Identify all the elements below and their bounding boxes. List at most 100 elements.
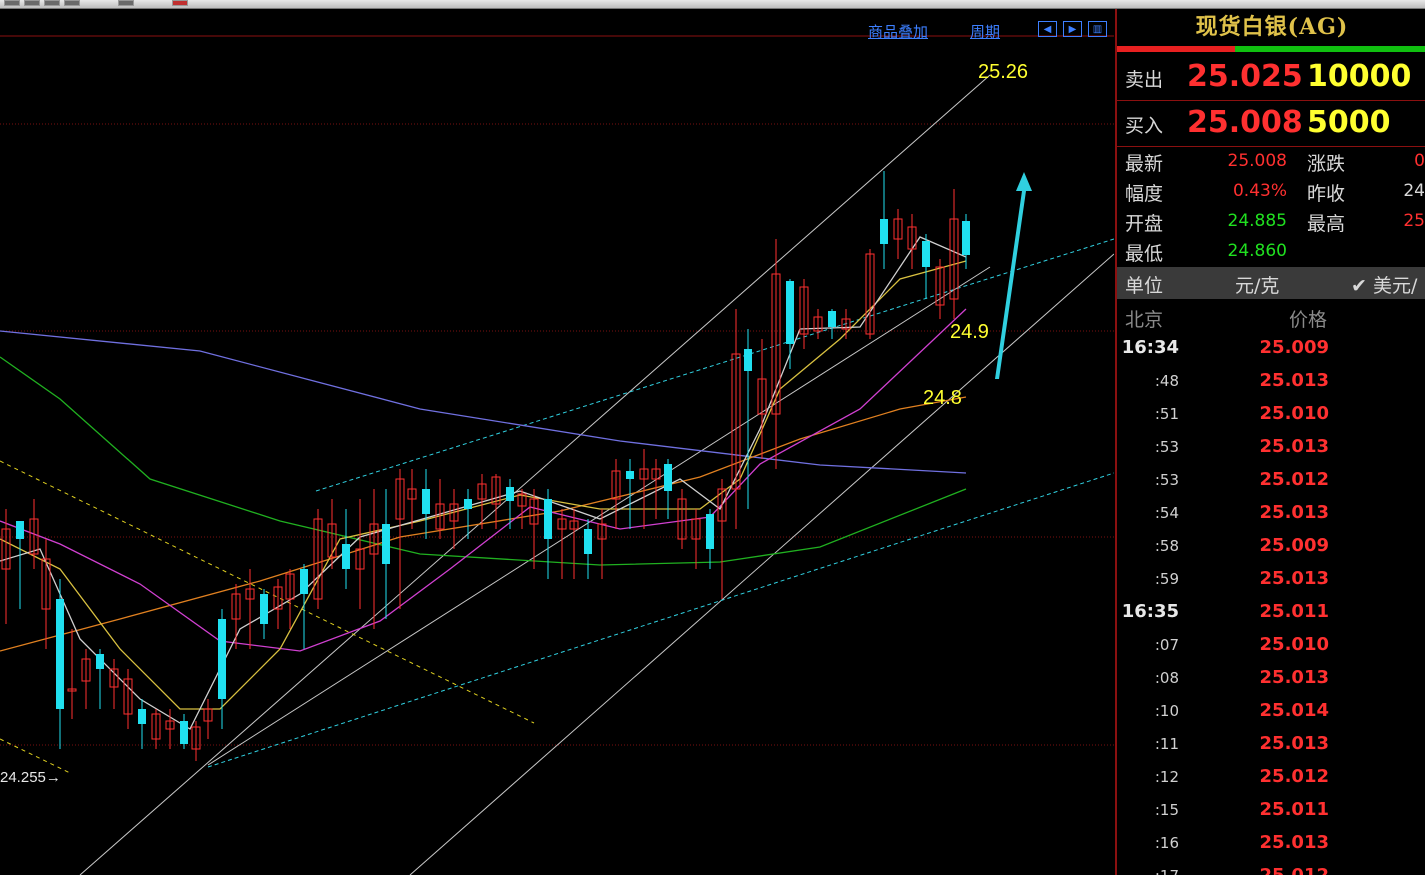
tick-time: :08 bbox=[1154, 669, 1179, 687]
toolbar-button[interactable] bbox=[4, 0, 20, 6]
toolbar-button[interactable] bbox=[118, 0, 134, 6]
tick-price: 25.014 bbox=[1259, 700, 1329, 721]
candle-body bbox=[138, 709, 146, 724]
open-label: 开盘 bbox=[1125, 213, 1164, 235]
tick-price: 25.013 bbox=[1259, 667, 1329, 688]
candle-body bbox=[506, 487, 514, 501]
open-value: 24.885 bbox=[1227, 211, 1287, 231]
ma-blue-line bbox=[0, 330, 967, 474]
quote-panel: 现货白银(AG) 卖出 25.025 10000 买入 25.008 5000 … bbox=[1115, 9, 1425, 875]
tick-time: :11 bbox=[1154, 735, 1179, 753]
buy-volume: 5000 bbox=[1307, 105, 1391, 140]
candle-body bbox=[422, 489, 430, 514]
candlestick-chart[interactable]: 25.26 24.9 24.8 24.255→ 商品叠加 周期 ◀ ▶ ▥ bbox=[0, 9, 1114, 875]
candle-body bbox=[300, 569, 308, 594]
buy-strength-bar bbox=[1235, 46, 1425, 52]
toolbar-button[interactable] bbox=[172, 0, 188, 6]
toolbar-button[interactable] bbox=[24, 0, 40, 6]
ma-orange-line bbox=[0, 396, 967, 652]
candle-body bbox=[626, 471, 634, 479]
label-mid-support: 24.9 bbox=[950, 321, 989, 343]
candle-body bbox=[828, 311, 836, 327]
sell-volume: 10000 bbox=[1307, 59, 1412, 94]
tick-price: 25.011 bbox=[1259, 601, 1329, 622]
tick-price: 25.013 bbox=[1259, 733, 1329, 754]
tick-price: 25.013 bbox=[1259, 568, 1329, 589]
trend-channel-mid bbox=[207, 266, 991, 766]
sell-row: 卖出 25.025 10000 bbox=[1117, 55, 1425, 99]
chart-canvas[interactable]: 25.26 24.9 24.8 24.255→ bbox=[0, 9, 1114, 875]
overlay-commodity-link[interactable]: 商品叠加 bbox=[868, 21, 928, 42]
tick-time: :51 bbox=[1154, 405, 1179, 423]
tick-price: 25.010 bbox=[1259, 634, 1329, 655]
tick-time: :54 bbox=[1154, 504, 1179, 522]
candle-body bbox=[744, 349, 752, 371]
candle-body bbox=[342, 544, 350, 569]
ticks-price-header: 价格 bbox=[1289, 309, 1328, 331]
tick-price: 25.009 bbox=[1259, 535, 1329, 556]
currency-option[interactable]: ✔ 美元/ bbox=[1351, 271, 1417, 298]
toolbar-button[interactable] bbox=[64, 0, 80, 6]
tick-time: :53 bbox=[1154, 438, 1179, 456]
unit-value[interactable]: 元/克 bbox=[1235, 271, 1279, 298]
candle-body bbox=[382, 524, 390, 564]
range-label: 幅度 bbox=[1125, 183, 1164, 205]
sell-strength-bar bbox=[1117, 46, 1235, 52]
buy-label: 买入 bbox=[1125, 115, 1164, 137]
tick-time: :48 bbox=[1154, 372, 1179, 390]
tick-price: 25.013 bbox=[1259, 502, 1329, 523]
prev-close-value: 24 bbox=[1403, 181, 1425, 201]
sell-label: 卖出 bbox=[1125, 69, 1164, 91]
tick-price: 25.013 bbox=[1259, 436, 1329, 457]
unit-row[interactable]: 单位 元/克 ✔ 美元/ bbox=[1117, 267, 1425, 299]
channel-dashed-upper bbox=[315, 238, 1114, 492]
instrument-title: 现货白银(AG) bbox=[1195, 14, 1349, 40]
unit-label: 单位 bbox=[1125, 275, 1164, 297]
candle-body bbox=[584, 529, 592, 554]
buy-price: 25.008 bbox=[1187, 105, 1303, 140]
label-upper-target: 25.26 bbox=[978, 61, 1028, 83]
tick-time: :16 bbox=[1154, 834, 1179, 852]
candle-body bbox=[786, 281, 794, 344]
buy-row: 买入 25.008 5000 bbox=[1117, 101, 1425, 145]
candle-body bbox=[56, 599, 64, 709]
candle-body bbox=[464, 499, 472, 509]
trend-channel-upper bbox=[79, 74, 991, 875]
candle-body bbox=[880, 219, 888, 244]
scroll-left-icon[interactable]: ◀ bbox=[1038, 21, 1057, 37]
tick-price: 25.013 bbox=[1259, 370, 1329, 391]
low-label: 最低 bbox=[1125, 243, 1164, 265]
candle-body bbox=[664, 464, 672, 491]
layout-icon[interactable]: ▥ bbox=[1088, 21, 1107, 37]
tick-price: 25.011 bbox=[1259, 799, 1329, 820]
low-value: 24.860 bbox=[1227, 241, 1287, 261]
latest-label: 最新 bbox=[1125, 153, 1164, 175]
tick-time: :07 bbox=[1154, 636, 1179, 654]
toolbar-button[interactable] bbox=[44, 0, 60, 6]
candle-body bbox=[962, 221, 970, 255]
range-value: 0.43% bbox=[1232, 181, 1287, 201]
candle-body bbox=[706, 514, 714, 549]
tick-price: 25.012 bbox=[1259, 469, 1329, 490]
tick-time: 16:34 bbox=[1121, 337, 1179, 358]
tick-price: 25.009 bbox=[1259, 337, 1329, 358]
candle-body bbox=[96, 654, 104, 669]
period-link[interactable]: 周期 bbox=[970, 21, 1000, 42]
scroll-right-icon[interactable]: ▶ bbox=[1063, 21, 1082, 37]
divider bbox=[1117, 146, 1425, 147]
window-toolbar bbox=[0, 0, 1425, 9]
label-lower-support: 24.8 bbox=[923, 387, 962, 409]
tick-price: 25.010 bbox=[1259, 403, 1329, 424]
channel-dashed-lower bbox=[207, 472, 1114, 768]
ma-white-line bbox=[0, 236, 967, 730]
tick-time: :59 bbox=[1154, 570, 1179, 588]
candle-body bbox=[180, 721, 188, 744]
candle-body bbox=[218, 619, 226, 699]
tick-time: :58 bbox=[1154, 537, 1179, 555]
tick-time: :10 bbox=[1154, 702, 1179, 720]
candle-body bbox=[922, 241, 930, 267]
ticks-location-header: 北京 bbox=[1125, 309, 1164, 331]
ma-magenta-line bbox=[0, 308, 967, 652]
tick-price: 25.012 bbox=[1227, 865, 1329, 875]
candle-body bbox=[16, 521, 24, 539]
